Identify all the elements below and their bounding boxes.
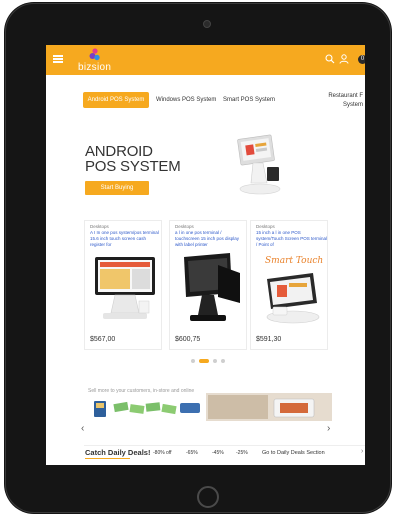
carousel-dot[interactable]	[221, 359, 225, 363]
logo-text: bizsion	[78, 62, 112, 73]
discount-filter[interactable]: -45%	[212, 450, 224, 456]
product-category: Desktops	[256, 224, 275, 229]
tab-android-pos[interactable]: Android POS System	[83, 92, 149, 108]
smart-touch-caption: Smart Touch	[265, 256, 323, 266]
discount-filter[interactable]: -65%	[186, 450, 198, 456]
deals-underline	[85, 458, 130, 459]
camera-icon	[203, 20, 211, 28]
product-category: Desktops	[175, 224, 194, 229]
product-image	[95, 257, 155, 319]
chevron-right-icon[interactable]: ›	[361, 448, 363, 455]
product-title[interactable]: 15 inch a l in one POS system/Touch Scre…	[256, 230, 328, 248]
cart-icon[interactable]: 0	[353, 55, 365, 66]
product-price: $567,00	[90, 336, 116, 343]
tab-restaurant-pos[interactable]: Restaurant F System	[295, 92, 365, 110]
user-icon[interactable]	[339, 54, 349, 64]
product-carousel: Desktops A I In one pos system/pos termi…	[84, 220, 365, 350]
tab-restaurant-line1: Restaurant F	[328, 93, 363, 99]
promo-banner[interactable]: Sell more to your customers, in-store an…	[84, 385, 332, 421]
product-card[interactable]: Desktops A I In one pos system/pos termi…	[84, 220, 162, 350]
tab-windows-pos[interactable]: Windows POS System	[156, 92, 216, 108]
logo[interactable]: bizsion	[78, 48, 118, 74]
cart-count-badge: 0	[358, 55, 365, 64]
top-nav-bar: bizsion 0	[46, 45, 365, 75]
product-price: $600,75	[175, 336, 201, 343]
menu-icon[interactable]	[53, 55, 63, 63]
carousel-indicator	[191, 359, 231, 363]
banner-artwork	[94, 393, 332, 421]
product-category: Desktops	[90, 224, 109, 229]
carousel-dot-active[interactable]	[199, 359, 209, 363]
banner-next-arrow[interactable]: ›	[327, 423, 330, 434]
hero-title-line2: POS SYSTEM	[85, 158, 181, 175]
discount-filter[interactable]: -80% off	[153, 450, 172, 456]
tab-restaurant-line2: System	[342, 102, 363, 108]
product-image	[184, 253, 240, 321]
product-card[interactable]: Desktops 15 inch a l in one POS system/T…	[250, 220, 328, 350]
home-button[interactable]	[197, 486, 219, 508]
daily-deals-title: Catch Daily Deals!	[85, 448, 151, 457]
pos-terminal-image	[237, 134, 281, 195]
hero-title-line1: ANDROID	[85, 143, 153, 160]
product-card[interactable]: Desktops a l in one pos terminal / touch…	[169, 220, 247, 350]
logo-mark-icon	[89, 48, 100, 61]
product-image: Smart Touch	[265, 256, 323, 324]
daily-deals-bar: Catch Daily Deals! -80% off -65% -45% -2…	[84, 445, 365, 465]
category-tabs: Android POS System Windows POS System Sm…	[46, 90, 365, 114]
screen: bizsion 0 Android POS System Windows POS…	[46, 45, 365, 465]
daily-deals-link[interactable]: Go to Daily Deals Section	[262, 450, 325, 456]
product-title[interactable]: A I In one pos system/pos terminal 15.6 …	[90, 230, 162, 248]
hero-title: ANDROID POS SYSTEM	[85, 144, 181, 174]
product-price: $591,30	[256, 336, 282, 343]
carousel-dot[interactable]	[213, 359, 217, 363]
banner-prev-arrow[interactable]: ‹	[81, 423, 84, 434]
discount-filter[interactable]: -25%	[236, 450, 248, 456]
search-icon[interactable]	[325, 54, 335, 64]
start-buying-button[interactable]: Start Buying	[85, 181, 149, 195]
product-title[interactable]: a l in one pos terminal / touchscreen 15…	[175, 230, 247, 248]
carousel-dot[interactable]	[191, 359, 195, 363]
tab-smart-pos[interactable]: Smart POS System	[223, 92, 275, 108]
